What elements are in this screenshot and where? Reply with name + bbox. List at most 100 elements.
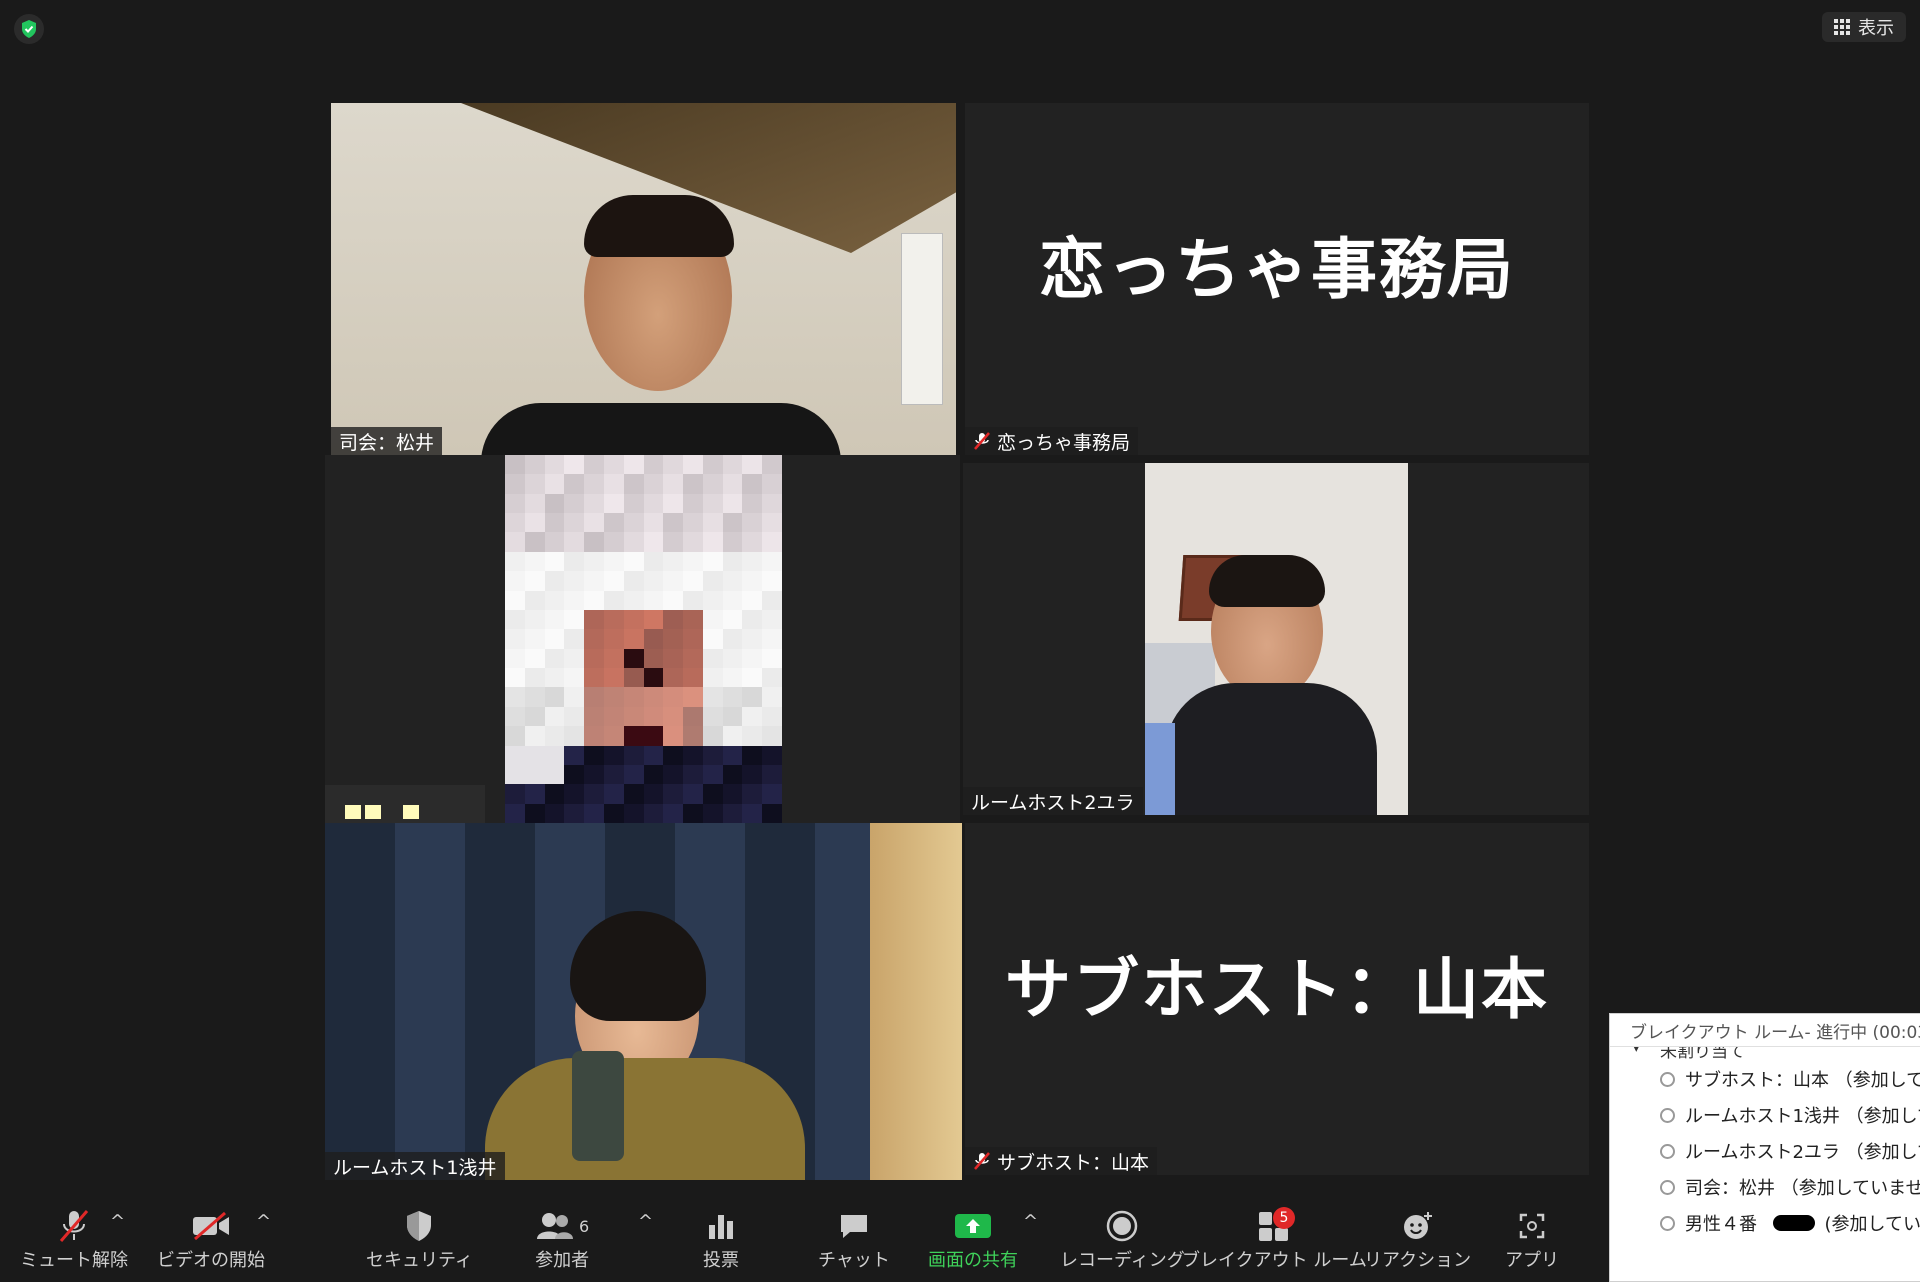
- mosaic-cell: [623, 551, 644, 572]
- mosaic-cell: [663, 764, 684, 785]
- video-tile-room-host-2[interactable]: ルームホスト2ユラ: [963, 463, 1589, 815]
- chat-bubble-icon: [840, 1215, 867, 1238]
- mosaic-cell: [722, 571, 743, 591]
- mosaic-cell: [564, 668, 585, 688]
- mosaic-cell: [683, 687, 703, 707]
- mosaic-cell: [643, 532, 664, 552]
- mosaic-cell: [643, 668, 664, 688]
- mosaic-cell: [643, 687, 664, 707]
- record-button[interactable]: レコーディング: [1060, 1206, 1185, 1272]
- mosaic-cell: [762, 455, 782, 475]
- mosaic-cell: [663, 726, 684, 746]
- unassigned-group-header[interactable]: ▾ 未割り当て: [1610, 1047, 1920, 1061]
- breakout-participant-row[interactable]: ルームホスト2ユラ （参加してい: [1610, 1133, 1920, 1169]
- mosaic-cell: [702, 687, 723, 707]
- mosaic-cell: [564, 629, 585, 649]
- mosaic-cell: [742, 764, 763, 785]
- start-video-button[interactable]: ビデオの開始: [157, 1206, 265, 1272]
- mosaic-cell: [742, 493, 763, 514]
- mosaic-cell: [623, 687, 644, 707]
- mosaic-cell: [643, 455, 664, 475]
- mosaic-cell: [505, 629, 525, 649]
- breakout-panel-title-bar[interactable]: ブレイクアウト ルーム- 進行中 (00:03:5: [1610, 1014, 1920, 1047]
- mosaic-cell: [544, 726, 565, 746]
- mosaic-cell: [702, 784, 723, 804]
- audio-options-caret[interactable]: ^: [110, 1211, 125, 1232]
- mosaic-cell: [762, 764, 782, 785]
- mosaic-cell: [643, 726, 664, 746]
- breakout-participant-row[interactable]: サブホスト：山本 （参加してい: [1610, 1061, 1920, 1097]
- mosaic-cell: [524, 571, 545, 591]
- mosaic-cell: [762, 803, 782, 823]
- mosaic-cell: [544, 513, 565, 533]
- share-options-caret[interactable]: ^: [1023, 1211, 1038, 1232]
- mosaic-cell: [544, 803, 565, 823]
- participants-button[interactable]: 6 参加者: [535, 1206, 589, 1272]
- apps-icon: [1519, 1213, 1545, 1239]
- mosaic-cell: [683, 571, 703, 591]
- radio-button[interactable]: [1660, 1071, 1675, 1087]
- radio-button[interactable]: [1660, 1143, 1675, 1159]
- video-tile-room-host-1[interactable]: ルームホスト1浅井: [325, 823, 962, 1180]
- mosaic-cell: [643, 784, 664, 804]
- mosaic-cell: [643, 571, 664, 591]
- mosaic-cell: [722, 513, 743, 533]
- breakout-participant-row[interactable]: 男性４番 (参加してい: [1610, 1205, 1920, 1241]
- mosaic-cell: [603, 784, 624, 804]
- mosaic-cell: [544, 493, 565, 514]
- mosaic-cell: [663, 551, 684, 572]
- participants-options-caret[interactable]: ^: [638, 1211, 653, 1232]
- mosaic-cell: [584, 629, 604, 649]
- breakout-rooms-panel[interactable]: ブレイクアウト ルーム- 進行中 (00:03:5 ▾ 未割り当て サブホスト：…: [1609, 1013, 1920, 1282]
- mosaic-cell: [683, 803, 703, 823]
- radio-button[interactable]: [1660, 1215, 1675, 1231]
- mosaic-cell: [643, 764, 664, 785]
- mosaic-cell: [722, 803, 743, 823]
- radio-button[interactable]: [1660, 1179, 1675, 1195]
- mosaic-cell: [742, 571, 763, 591]
- mosaic-cell: [742, 648, 763, 669]
- mosaic-cell: [603, 513, 624, 533]
- mosaic-cell: [683, 784, 703, 804]
- video-tile-sub-host[interactable]: サブホスト：山本 サブホスト：山本: [965, 823, 1589, 1175]
- video-tile-pixelated[interactable]: [325, 455, 960, 823]
- view-button-label: 表示: [1858, 18, 1894, 39]
- video-tile-office[interactable]: 恋っちゃ事務局 恋っちゃ事務局: [965, 103, 1589, 455]
- mosaic-cell: [584, 474, 604, 494]
- mosaic-cell: [762, 532, 782, 552]
- chat-button[interactable]: チャット: [818, 1206, 890, 1272]
- mosaic-cell: [702, 532, 723, 552]
- mosaic-cell: [584, 745, 604, 765]
- view-button[interactable]: 表示: [1822, 12, 1906, 42]
- mosaic-cell: [524, 745, 545, 765]
- polls-button[interactable]: 投票: [703, 1206, 739, 1272]
- mosaic-cell: [643, 551, 664, 572]
- security-button[interactable]: セキュリティ: [366, 1206, 473, 1272]
- mosaic-cell: [722, 668, 743, 688]
- breakout-participant-row[interactable]: ルームホスト1浅井 （参加して: [1610, 1097, 1920, 1133]
- share-screen-button[interactable]: 画面の共有: [928, 1206, 1018, 1272]
- camera-feed: [331, 103, 956, 455]
- mosaic-cell: [524, 668, 545, 688]
- mosaic-cell: [505, 784, 525, 804]
- mosaic-cell: [564, 474, 585, 494]
- encryption-shield-icon[interactable]: [14, 14, 44, 44]
- mosaic-cell: [722, 629, 743, 649]
- mosaic-cell: [663, 532, 684, 552]
- mosaic-cell: [584, 571, 604, 591]
- mosaic-cell: [603, 609, 624, 630]
- muted-mic-icon: [974, 1152, 990, 1170]
- video-options-caret[interactable]: ^: [256, 1211, 271, 1232]
- mosaic-cell: [584, 668, 604, 688]
- mosaic-cell: [623, 629, 644, 649]
- mosaic-cell: [623, 455, 644, 475]
- radio-button[interactable]: [1660, 1107, 1675, 1123]
- mosaic-cell: [762, 668, 782, 688]
- mosaic-cell: [702, 455, 723, 475]
- video-tile-host[interactable]: 司会：松井: [331, 103, 956, 455]
- reactions-button[interactable]: リアクション: [1364, 1206, 1471, 1272]
- mosaic-cell: [683, 745, 703, 765]
- breakout-participant-row[interactable]: 司会：松井 （参加していませ: [1610, 1169, 1920, 1205]
- apps-button[interactable]: アプリ: [1505, 1206, 1559, 1272]
- mosaic-cell: [524, 706, 545, 727]
